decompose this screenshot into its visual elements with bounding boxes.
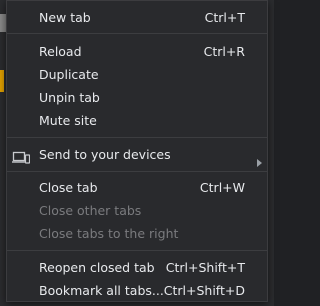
menu-item-shortcut: Ctrl+R (203, 44, 245, 59)
menu-item-label: Reopen closed tab (39, 260, 155, 275)
menu-item-shortcut: Ctrl+Shift+T (165, 260, 245, 275)
menu-item-duplicate[interactable]: Duplicate (7, 63, 267, 86)
menu-item-close-tab[interactable]: Close tab Ctrl+W (7, 176, 267, 199)
menu-item-label: Mute site (39, 113, 97, 128)
menu-separator (7, 33, 267, 34)
chevron-right-icon (257, 151, 263, 167)
menu-item-label: Duplicate (39, 67, 99, 82)
menu-item-label: Close other tabs (39, 203, 142, 218)
menu-item-label: Reload (39, 44, 82, 59)
tab-context-menu: New tab Ctrl+T Reload Ctrl+R Duplicate U… (6, 0, 268, 302)
menu-item-bookmark-all-tabs[interactable]: Bookmark all tabs... Ctrl+Shift+D (7, 279, 267, 302)
menu-separator (7, 137, 267, 138)
menu-item-send-to-devices[interactable]: Send to your devices (7, 143, 267, 167)
menu-item-reload[interactable]: Reload Ctrl+R (7, 40, 267, 63)
menu-separator (7, 171, 267, 172)
menu-item-close-other-tabs: Close other tabs (7, 199, 267, 222)
menu-item-close-tabs-right: Close tabs to the right (7, 222, 267, 245)
menu-item-label: Close tabs to the right (39, 226, 179, 241)
menu-item-shortcut: Ctrl+T (204, 10, 245, 25)
menu-item-new-tab[interactable]: New tab Ctrl+T (7, 6, 267, 29)
menu-item-label: Send to your devices (39, 147, 171, 162)
menu-item-reopen-closed-tab[interactable]: Reopen closed tab Ctrl+Shift+T (7, 256, 267, 279)
menu-separator (7, 250, 267, 251)
menu-item-shortcut: Ctrl+Shift+D (163, 283, 245, 298)
background-accent-mark (0, 70, 4, 92)
menu-item-label: Bookmark all tabs... (39, 283, 164, 298)
menu-item-label: Unpin tab (39, 90, 100, 105)
menu-item-shortcut: Ctrl+W (199, 180, 245, 195)
menu-item-label: Close tab (39, 180, 98, 195)
menu-item-label: New tab (39, 10, 91, 25)
menu-item-unpin-tab[interactable]: Unpin tab (7, 86, 267, 109)
devices-icon (12, 148, 31, 164)
menu-item-mute-site[interactable]: Mute site (7, 109, 267, 132)
